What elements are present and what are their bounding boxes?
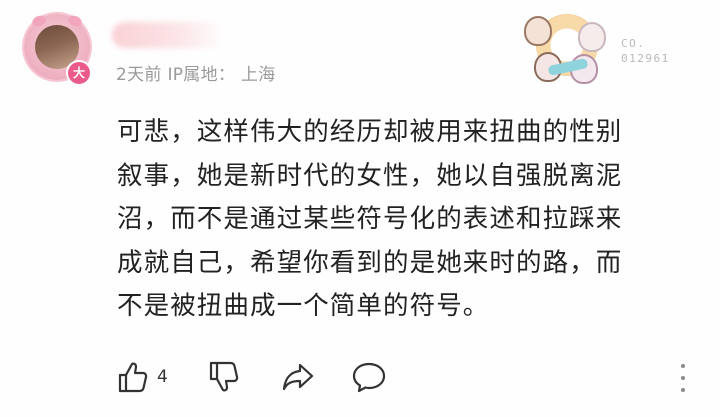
decoration-serial-number: 012961 [621,52,670,65]
more-dot-icon [681,388,685,392]
ip-location-label: IP属地： [167,65,236,85]
reply-button[interactable] [352,360,386,394]
like-count: 4 [157,367,168,387]
comment-time: 2天前 [116,65,162,85]
dislike-button[interactable] [209,360,239,394]
comment-line: 不是被扭曲成一个简单的符号。 [117,291,490,321]
more-options-button[interactable] [676,364,690,392]
comment-line: 沼，而不是通过某些符号化的表述和拉踩来 [117,204,623,234]
decoration-character [578,22,606,52]
decoration-card[interactable] [518,12,610,86]
decoration-character [524,16,552,46]
comment-card: 大 2天前 IP属地： 上海 CO. 012961 可悲，这样伟大的经历却被用来… [0,0,720,417]
comment-line: 成就自己，希望你看到的是她来时的路，而 [117,247,623,278]
like-button[interactable]: 4 [118,360,168,394]
comment-actions: 4 [118,360,698,396]
comment-bubble-icon [352,361,386,393]
share-arrow-icon [282,362,314,392]
thumbs-down-icon [209,361,239,393]
more-dot-icon [681,376,685,380]
comment-meta: 2天前 IP属地： 上海 [116,60,276,85]
decoration-serial: CO. 012961 [621,36,670,66]
thumbs-up-icon [118,361,148,393]
ip-location: 上海 [240,65,276,85]
comment-body: 可悲，这样伟大的经历却被用来扭曲的性别 叙事，她是新时代的女性，她以自强脱离泥 … [117,111,697,329]
comment-line: 叙事，她是新时代的女性，她以自强脱离泥 [117,160,623,191]
comment-line: 可悲，这样伟大的经历却被用来扭曲的性别 [117,117,623,147]
avatar[interactable]: 大 [24,13,92,86]
more-dot-icon [681,364,685,368]
decoration-serial-prefix: CO. [621,37,646,50]
username-blurred[interactable] [112,22,224,48]
level-badge: 大 [66,60,92,86]
share-button[interactable] [282,360,314,394]
